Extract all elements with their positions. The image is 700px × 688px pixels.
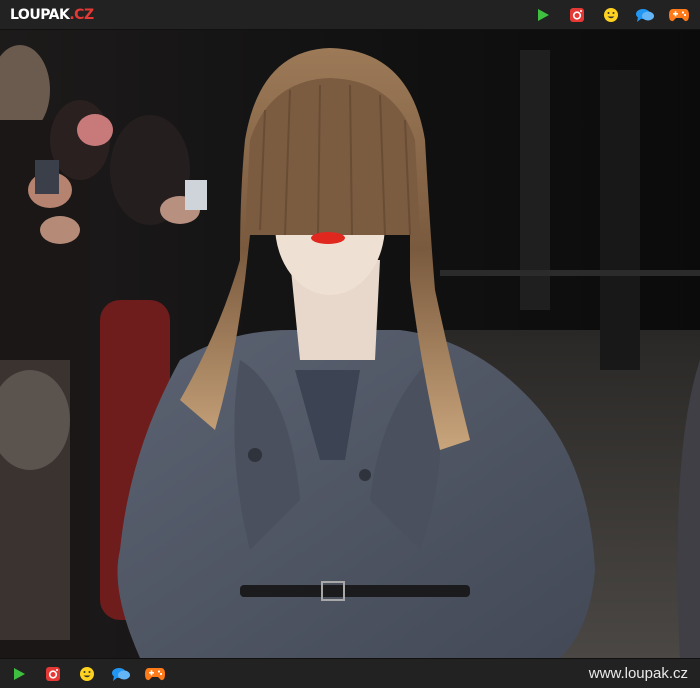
instagram-icon[interactable] [42, 663, 64, 685]
lips [311, 232, 345, 244]
logo-tld: .CZ [69, 6, 94, 23]
smiley-icon[interactable] [76, 663, 98, 685]
top-icon-group [532, 4, 690, 26]
site-url[interactable]: www.loupak.cz [589, 665, 688, 682]
logo-text: LOUPAK [10, 6, 70, 23]
top-bar: LOUPAK.CZ [0, 0, 700, 30]
bottom-bar: www.loupak.cz [0, 658, 700, 688]
smiley-icon[interactable] [600, 4, 622, 26]
instagram-icon[interactable] [566, 4, 588, 26]
bottom-icon-group [8, 663, 166, 685]
chat-icon[interactable] [634, 4, 656, 26]
gamepad-icon[interactable] [144, 663, 166, 685]
play-icon[interactable] [532, 4, 554, 26]
belt [240, 585, 470, 597]
main-photo [0, 30, 700, 658]
runway-photo [0, 30, 700, 658]
chat-icon[interactable] [110, 663, 132, 685]
play-icon[interactable] [8, 663, 30, 685]
site-logo[interactable]: LOUPAK.CZ [10, 7, 94, 23]
gamepad-icon[interactable] [668, 4, 690, 26]
